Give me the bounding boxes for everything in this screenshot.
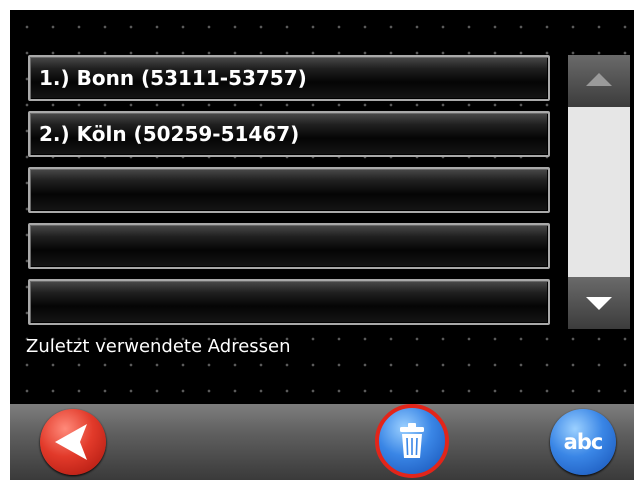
list-scrollbar[interactable] — [568, 55, 630, 333]
keyboard-button[interactable]: abc — [550, 409, 616, 475]
chevron-up-icon — [586, 73, 612, 86]
bottom-toolbar: abc — [10, 404, 634, 480]
keyboard-button-label: abc — [563, 430, 604, 454]
list-caption: Zuletzt verwendete Adressen — [26, 336, 291, 357]
address-item-4[interactable] — [28, 223, 550, 269]
address-item-2[interactable]: 2.) Köln (50259-51467) — [28, 111, 550, 157]
delete-button[interactable] — [375, 404, 449, 478]
address-item-1[interactable]: 1.) Bonn (53111-53757) — [28, 55, 550, 101]
scroll-track[interactable] — [568, 107, 630, 277]
back-arrow-icon — [55, 424, 87, 460]
address-item-5[interactable] — [28, 279, 550, 325]
scroll-up-button[interactable] — [568, 55, 630, 107]
chevron-down-icon — [586, 297, 612, 310]
scroll-down-button[interactable] — [568, 277, 630, 329]
back-button[interactable] — [40, 409, 106, 475]
address-item-3[interactable] — [28, 167, 550, 213]
screen: 1.) Bonn (53111-53757) 2.) Köln (50259-5… — [10, 10, 634, 480]
trash-icon — [400, 423, 424, 458]
